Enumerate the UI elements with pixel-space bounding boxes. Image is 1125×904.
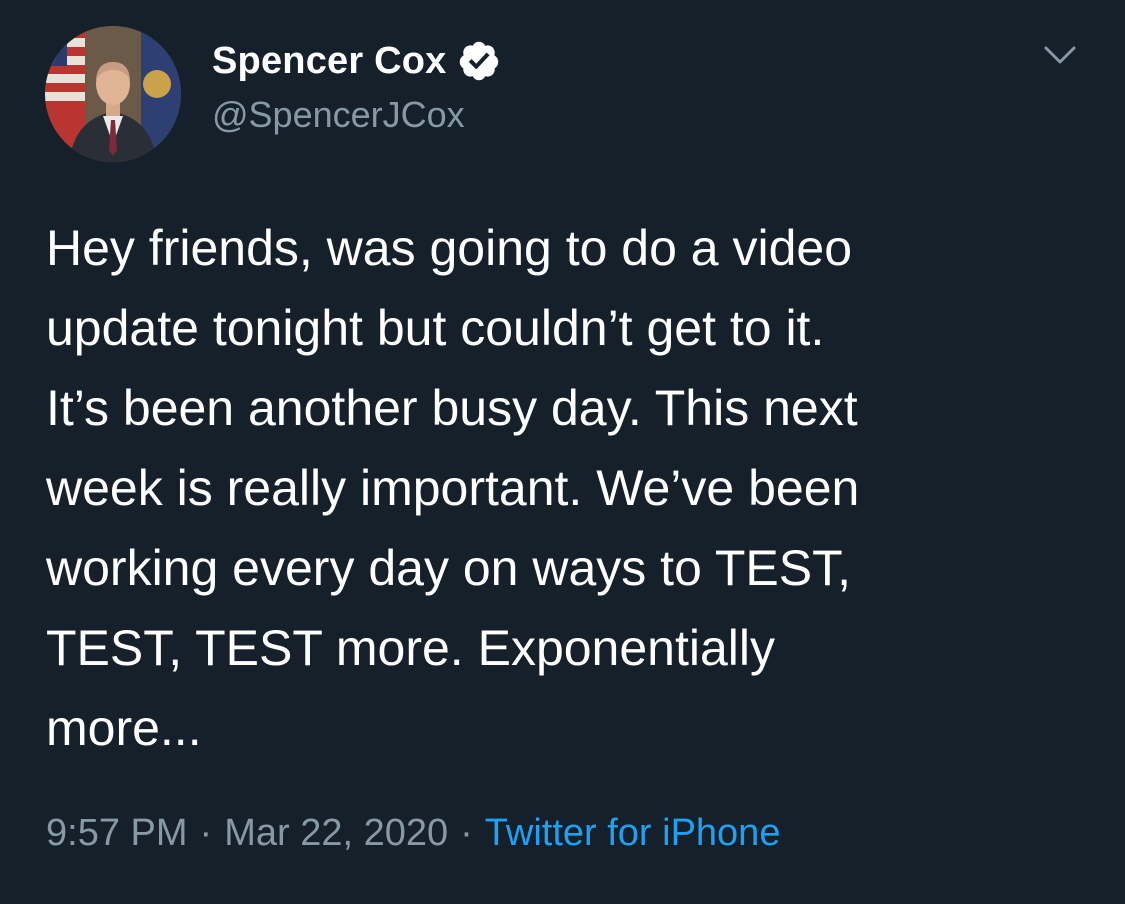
chevron-down-icon[interactable]	[1040, 38, 1080, 70]
meta-separator: ·	[199, 812, 213, 854]
profile-photo	[45, 26, 181, 162]
tweet-text: Hey friends, was going to do a video upd…	[46, 220, 860, 756]
tweet-source-link[interactable]: Twitter for iPhone	[485, 812, 781, 854]
tweet-time[interactable]: 9:57 PM	[46, 812, 188, 854]
author-name-row: Spencer Cox	[212, 38, 501, 84]
avatar[interactable]	[45, 26, 181, 162]
display-name[interactable]: Spencer Cox	[212, 40, 447, 83]
verified-badge-icon	[457, 39, 501, 83]
tweet-card: Spencer Cox @SpencerJCox Hey friends, wa…	[0, 0, 1125, 904]
author-handle[interactable]: @SpencerJCox	[212, 94, 465, 136]
tweet-meta: 9:57 PM · Mar 22, 2020 · Twitter for iPhone	[46, 812, 780, 855]
tweet-date[interactable]: Mar 22, 2020	[224, 812, 448, 854]
meta-separator: ·	[460, 812, 473, 854]
